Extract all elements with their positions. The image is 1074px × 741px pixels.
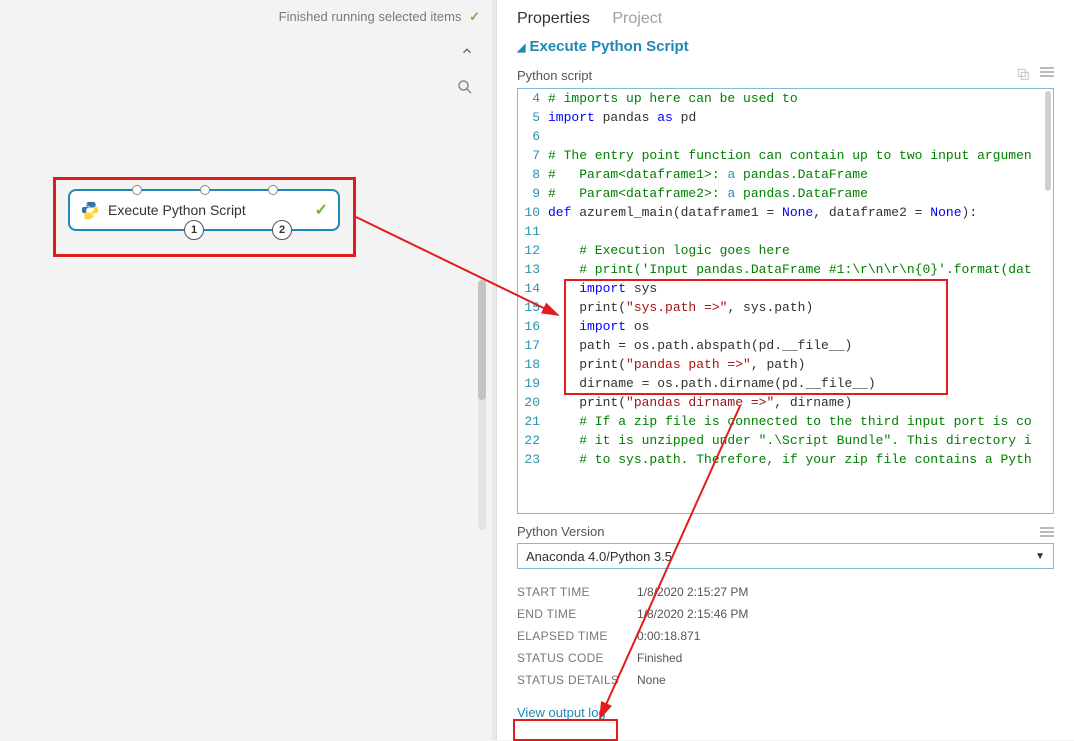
module-node-execute-python[interactable]: Execute Python Script ✓ 1 2 [68, 189, 340, 231]
experiment-canvas[interactable]: Finished running selected items ✓ Execut… [0, 0, 492, 740]
output-port-2[interactable]: 2 [272, 220, 292, 240]
python-version-value: Anaconda 4.0/Python 3.5 [526, 549, 672, 564]
section-header[interactable]: ◢ Execute Python Script [497, 34, 1074, 65]
view-output-log-link[interactable]: View output log [517, 705, 606, 720]
python-script-editor[interactable]: 4# imports up here can be used to 5impor… [517, 88, 1054, 514]
python-version-select[interactable]: Anaconda 4.0/Python 3.5 ▼ [517, 543, 1054, 569]
properties-pane: Properties Project ◢ Execute Python Scrip… [496, 0, 1074, 740]
input-port-2[interactable] [200, 185, 210, 195]
output-port-1[interactable]: 1 [184, 220, 204, 240]
start-time-value: 1/8/2020 2:15:27 PM [637, 585, 748, 599]
run-status-text: Finished running selected items [279, 9, 462, 24]
status-details-value: None [637, 673, 666, 687]
status-details-label: STATUS DETAILS [517, 673, 637, 687]
section-title: Execute Python Script [529, 38, 688, 55]
status-code-label: STATUS CODE [517, 651, 637, 665]
input-port-3[interactable] [268, 185, 278, 195]
tabs: Properties Project [497, 0, 1074, 34]
menu-icon[interactable] [1040, 67, 1054, 84]
python-icon [80, 200, 100, 220]
python-script-label: Python script [517, 68, 592, 83]
check-icon: ✓ [315, 200, 328, 220]
chevron-down-icon: ▼ [1035, 551, 1045, 562]
search-icon[interactable] [456, 78, 474, 96]
check-icon: ✓ [469, 9, 480, 24]
canvas-scrollbar-thumb[interactable] [478, 280, 486, 400]
tab-project[interactable]: Project [612, 10, 662, 27]
end-time-label: END TIME [517, 607, 637, 621]
input-port-1[interactable] [132, 185, 142, 195]
elapsed-time-value: 0:00:18.871 [637, 629, 700, 643]
run-status: Finished running selected items ✓ [0, 9, 480, 25]
menu-icon[interactable] [1040, 527, 1054, 537]
collapse-chevron-icon[interactable] [460, 44, 474, 58]
module-node-title: Execute Python Script [108, 202, 315, 218]
popout-icon[interactable] [1016, 67, 1030, 84]
end-time-value: 1/8/2020 2:15:46 PM [637, 607, 748, 621]
editor-scrollbar[interactable] [1045, 91, 1051, 191]
start-time-label: START TIME [517, 585, 637, 599]
tab-properties[interactable]: Properties [517, 10, 590, 27]
python-version-label: Python Version [517, 524, 604, 539]
status-code-value: Finished [637, 651, 682, 665]
caret-down-icon: ◢ [517, 41, 525, 54]
elapsed-time-label: ELAPSED TIME [517, 629, 637, 643]
run-metadata: START TIME1/8/2020 2:15:27 PM END TIME1/… [497, 569, 1074, 691]
canvas-scrollbar[interactable] [478, 280, 486, 530]
